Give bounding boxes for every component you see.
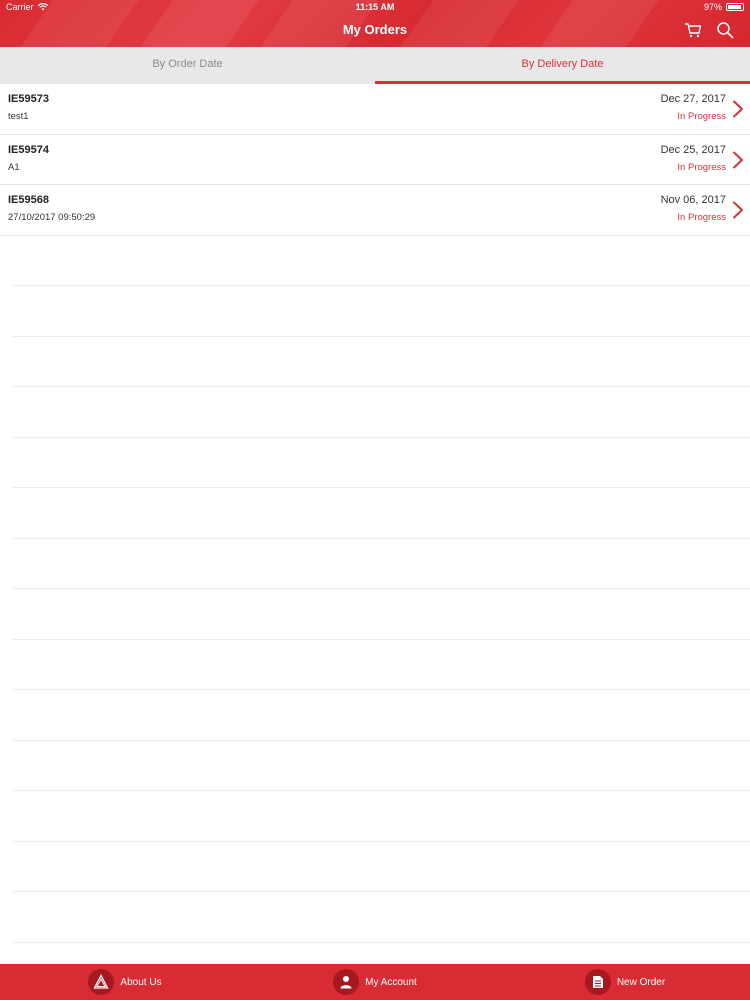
empty-row-separator	[12, 337, 750, 387]
app-header: Carrier 11:15 AM 97% My Orders	[0, 0, 750, 47]
logo-icon	[88, 969, 115, 995]
empty-row-separator	[12, 640, 750, 690]
order-id: IE59568	[8, 194, 49, 206]
empty-row-separator	[12, 236, 750, 286]
bottom-tab-bar: About Us My Account New Order	[0, 964, 750, 1000]
empty-row-separator	[12, 791, 750, 842]
order-note: 27/10/2017 09:50:29	[8, 212, 96, 223]
cart-icon[interactable]	[684, 21, 702, 39]
order-date: Dec 27, 2017	[660, 93, 726, 105]
order-date: Nov 06, 2017	[660, 194, 726, 206]
battery-icon	[726, 3, 744, 11]
segmented-tabs: By Order Date By Delivery Date	[0, 47, 750, 84]
bottom-tab-label: My Account	[365, 976, 417, 988]
chevron-right-icon	[733, 201, 743, 219]
search-icon[interactable]	[716, 21, 734, 39]
empty-row-separator	[12, 438, 750, 488]
tab-by-order-date[interactable]: By Order Date	[0, 47, 375, 84]
page-title: My Orders	[342, 22, 408, 37]
bottom-tab-new-order[interactable]: New Order	[500, 964, 750, 1000]
order-row[interactable]: IE59574 A1 Dec 25, 2017 In Progress	[0, 135, 750, 185]
user-icon	[333, 969, 360, 995]
order-status: In Progress	[677, 161, 726, 173]
empty-row-separator	[12, 892, 750, 943]
status-time: 11:15 AM	[355, 2, 395, 12]
empty-row-separator	[12, 589, 750, 640]
order-row[interactable]: IE59568 27/10/2017 09:50:29 Nov 06, 2017…	[0, 185, 750, 236]
tab-by-delivery-date[interactable]: By Delivery Date	[375, 47, 750, 84]
empty-row-separator	[12, 387, 750, 438]
orders-list: IE59573 test1 Dec 27, 2017 In Progress I…	[0, 84, 750, 943]
empty-row-separator	[12, 488, 750, 539]
empty-row-separator	[12, 539, 750, 589]
bottom-tab-my-account[interactable]: My Account	[250, 964, 500, 1000]
battery-percent: 97%	[703, 2, 722, 12]
order-id: IE59573	[8, 93, 49, 105]
document-icon	[584, 969, 611, 995]
bottom-tab-about-us[interactable]: About Us	[0, 964, 250, 1000]
bottom-tab-label: New Order	[616, 976, 666, 988]
chevron-right-icon	[733, 151, 743, 168]
order-note: A1	[8, 161, 20, 173]
empty-row-separator	[12, 842, 750, 892]
status-bar: Carrier 11:15 AM 97%	[0, 0, 750, 15]
chevron-right-icon	[733, 100, 743, 118]
order-row[interactable]: IE59573 test1 Dec 27, 2017 In Progress	[0, 84, 750, 135]
order-date: Dec 25, 2017	[660, 143, 726, 156]
empty-row-separator	[12, 690, 750, 741]
order-status: In Progress	[677, 111, 726, 122]
order-status: In Progress	[677, 212, 726, 223]
order-id: IE59574	[8, 143, 49, 156]
order-note: test1	[8, 111, 29, 122]
empty-row-separator	[12, 286, 750, 337]
bottom-tab-label: About Us	[120, 976, 162, 988]
empty-row-separator	[12, 741, 750, 791]
